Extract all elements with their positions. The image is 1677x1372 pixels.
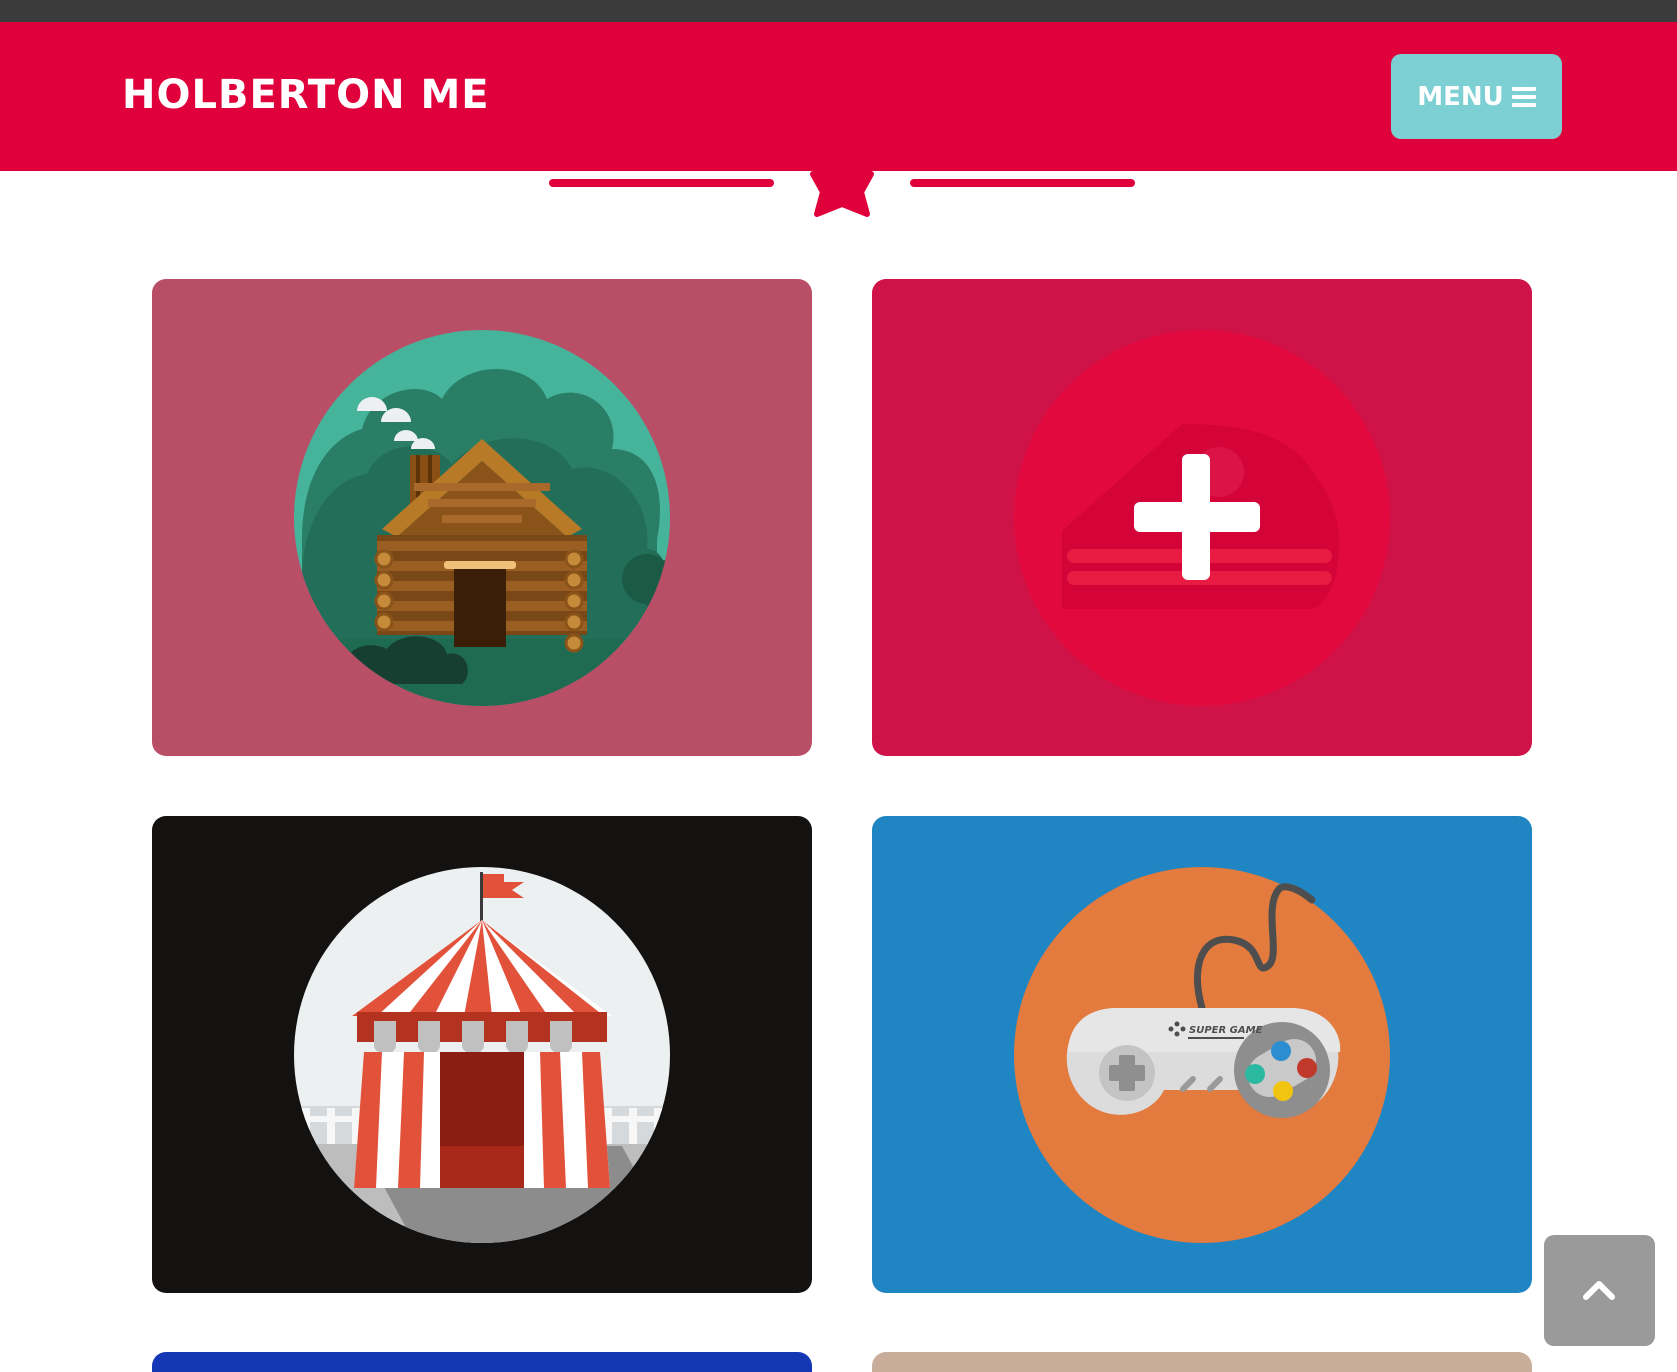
divider-line-right	[910, 179, 1135, 187]
controller-brand-text: SUPER GAME	[1189, 1025, 1263, 1036]
divider-line-left	[549, 179, 774, 187]
browser-top-bar	[0, 0, 1677, 22]
brand-title[interactable]: HOLBERTON ME	[122, 70, 490, 120]
star-icon	[810, 171, 874, 217]
circus-tent-icon	[294, 867, 670, 1243]
menu-label: MENU	[1417, 81, 1504, 112]
portfolio-item-cabin[interactable]	[152, 279, 812, 756]
menu-button[interactable]: MENU	[1391, 54, 1562, 139]
back-to-top-button[interactable]	[1544, 1235, 1655, 1346]
game-controller-icon: SUPER GAME	[1014, 867, 1390, 1243]
log-cabin-icon	[294, 330, 670, 706]
plus-icon	[1014, 330, 1390, 706]
portfolio-item-circus[interactable]	[152, 816, 812, 1293]
portfolio-item-6[interactable]	[872, 1352, 1532, 1372]
portfolio-item-hovered[interactable]	[872, 279, 1532, 756]
navbar: HOLBERTON ME MENU	[0, 22, 1677, 171]
chevron-up-icon	[1583, 1281, 1615, 1300]
portfolio-item-game[interactable]: SUPER GAME	[872, 816, 1532, 1293]
portfolio-item-5[interactable]	[152, 1352, 812, 1372]
bars-icon	[1511, 86, 1536, 107]
